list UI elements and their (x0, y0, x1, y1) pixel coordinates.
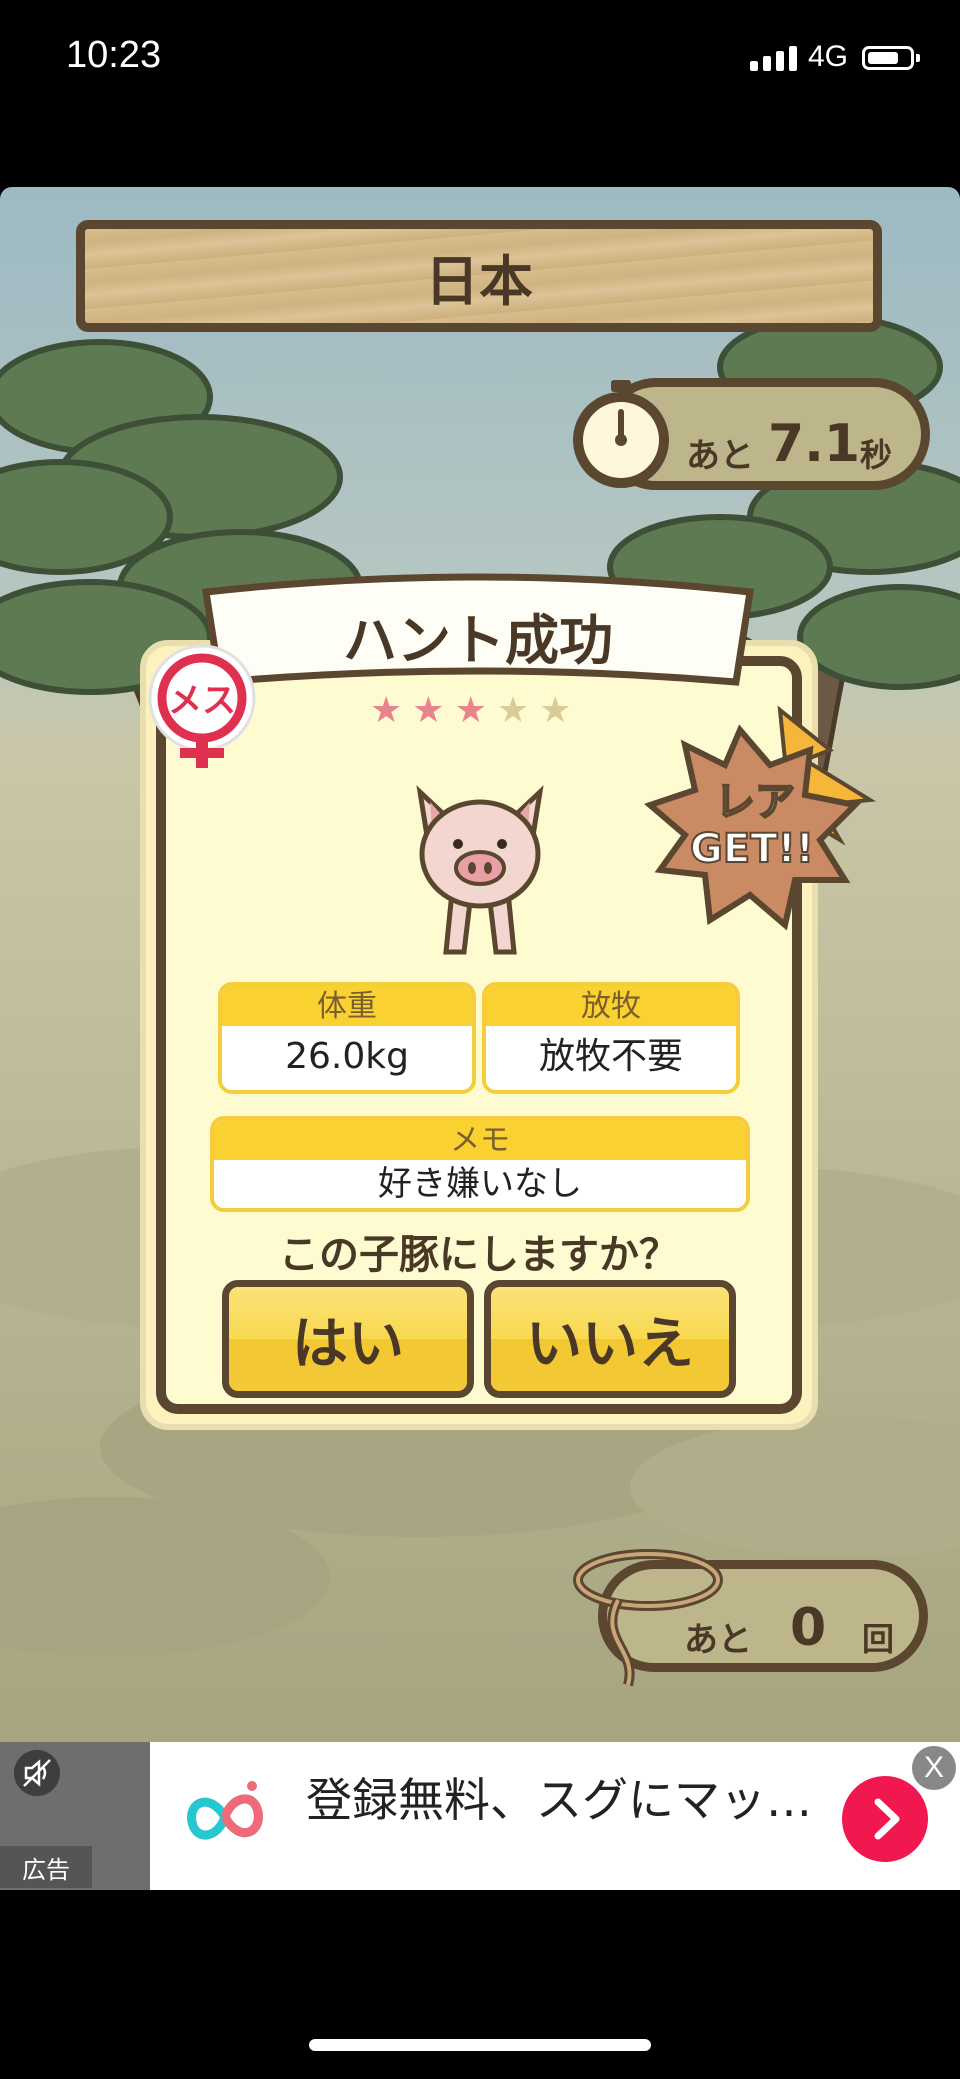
memo-value: 好き嫌いなし (378, 1164, 582, 1204)
chevron-right-icon (874, 1798, 900, 1840)
female-gender-icon: メス (148, 644, 256, 768)
no-button[interactable]: いいえ (484, 1280, 736, 1398)
star-empty-icon: ★ (496, 690, 530, 731)
status-time: 10:23 (66, 34, 162, 76)
piglet-image (416, 785, 544, 955)
timer-prefix: あと (686, 436, 754, 476)
memo-field: メモ 好き嫌いなし (210, 1116, 750, 1212)
stopwatch-icon (573, 380, 669, 488)
star-filled-icon: ★ (370, 690, 403, 731)
ad-tag: 広告 (0, 1846, 92, 1888)
network-type: 4G (808, 40, 849, 73)
rare-get-badge: レア GET!! (644, 705, 877, 931)
home-indicator[interactable] (309, 2039, 651, 2051)
star-filled-icon: ★ (454, 690, 487, 731)
location-title: 日本 (425, 249, 533, 313)
confirm-question: この子豚にしますか？ (279, 1232, 679, 1278)
mute-icon[interactable] (14, 1750, 60, 1796)
signal-icon (750, 46, 797, 71)
memo-label: メモ (214, 1120, 746, 1160)
weight-field: 体重 26.0kg (218, 982, 476, 1094)
weight-value: 26.0kg (285, 1036, 409, 1077)
battery-icon (862, 46, 920, 70)
ad-cta-button[interactable] (842, 1776, 928, 1862)
shots-unit: 回 (862, 1620, 895, 1658)
weight-label: 体重 (222, 986, 472, 1026)
timer-value: 7.1 (768, 414, 861, 474)
rare-badge-line1: レア (715, 779, 795, 825)
star-empty-icon: ★ (539, 690, 572, 731)
rarity-stars: ★ ★ ★ ★ ★ (370, 690, 571, 731)
gender-label: メス (168, 681, 236, 721)
yes-button[interactable]: はい (222, 1280, 474, 1398)
shots-value: 0 (790, 1598, 827, 1658)
grazing-label: 放牧 (486, 986, 736, 1026)
ad-headline[interactable]: 登録無料、スグにマッ… (306, 1764, 812, 1830)
ad-close-button[interactable]: X (912, 1746, 956, 1790)
shots-prefix: あと (684, 1620, 752, 1660)
timer-unit: 秒 (860, 436, 893, 474)
result-title: ハント成功 (343, 609, 613, 672)
grazing-value: 放牧不要 (538, 1036, 683, 1077)
grazing-field: 放牧 放牧不要 (482, 982, 740, 1094)
app-logo-icon (187, 1781, 263, 1840)
rare-badge-line2: GET!! (690, 826, 814, 872)
star-filled-icon: ★ (412, 690, 445, 731)
